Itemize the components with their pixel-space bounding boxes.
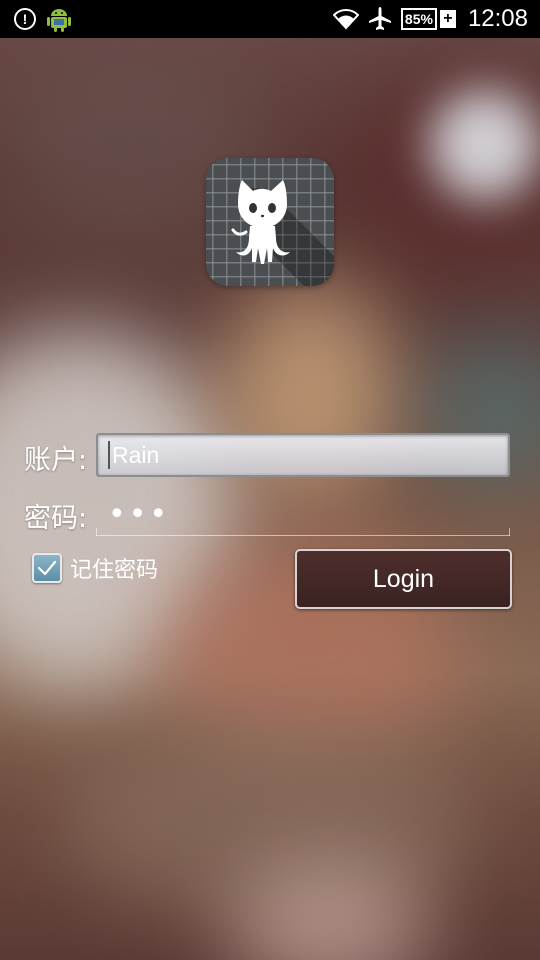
input-underline-tick bbox=[96, 528, 97, 536]
text-cursor bbox=[108, 441, 110, 469]
login-button[interactable]: Login bbox=[295, 549, 512, 609]
battery-level: 85% bbox=[400, 8, 437, 30]
password-mask: ••• bbox=[108, 497, 171, 532]
login-screen: ! 85% + 12:08 账户: Rain 密码: ••• 记住密码 Logi… bbox=[0, 0, 540, 960]
remember-password-checkbox[interactable] bbox=[32, 553, 62, 583]
input-underline-tick bbox=[509, 528, 510, 536]
background-blur bbox=[430, 90, 540, 200]
account-input[interactable]: Rain bbox=[96, 433, 510, 477]
octocat-icon bbox=[231, 180, 334, 286]
airplane-icon bbox=[368, 7, 391, 30]
remember-password-row[interactable]: 记住密码 bbox=[32, 552, 158, 584]
android-icon bbox=[47, 9, 71, 32]
charging-icon: + bbox=[439, 10, 456, 28]
clock: 12:08 bbox=[467, 5, 528, 32]
app-logo bbox=[206, 158, 334, 286]
remember-password-label: 记住密码 bbox=[70, 558, 159, 583]
alert-circle-icon: ! bbox=[14, 8, 36, 30]
status-bar: ! 85% + 12:08 bbox=[0, 0, 540, 38]
wifi-icon bbox=[332, 9, 359, 30]
password-label: 密码: bbox=[24, 503, 88, 534]
password-input[interactable]: ••• bbox=[96, 494, 510, 536]
account-value: Rain bbox=[112, 441, 160, 468]
account-label: 账户: bbox=[24, 445, 88, 476]
check-icon bbox=[37, 560, 57, 576]
battery-indicator: 85% + bbox=[400, 8, 456, 30]
